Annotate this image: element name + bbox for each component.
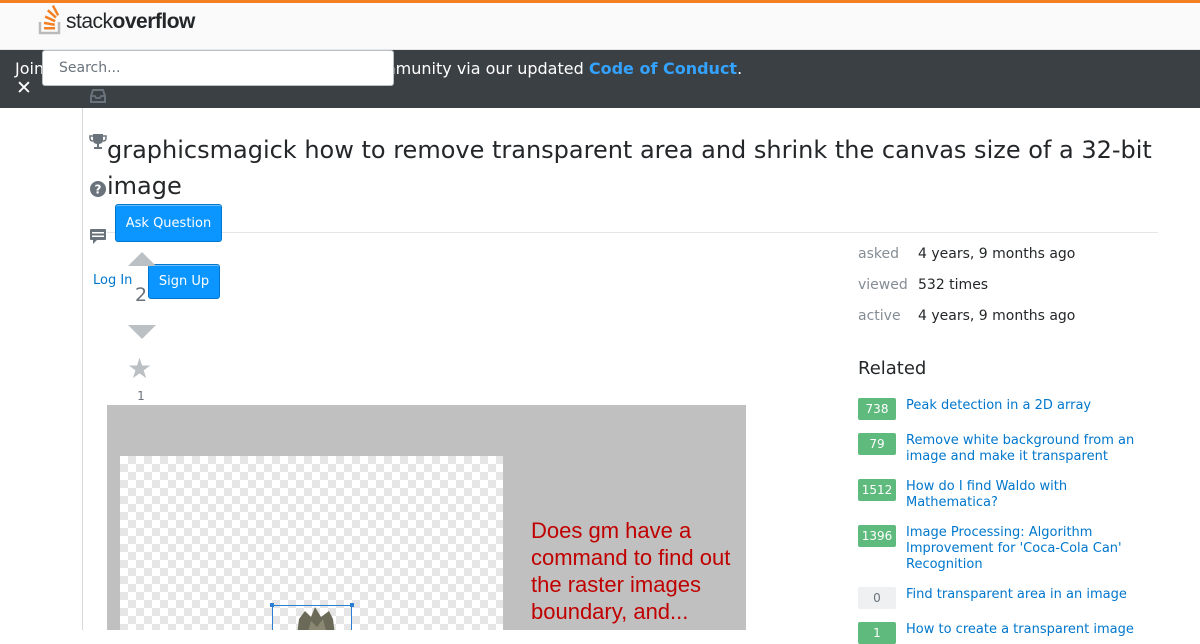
stat-label: viewed <box>858 277 908 293</box>
stack-logo-icon <box>38 5 61 35</box>
downvote-icon[interactable] <box>128 325 156 339</box>
search-input[interactable]: Search... <box>42 50 394 86</box>
related-link[interactable]: Find transparent area in an image <box>906 587 1146 609</box>
selection-handle <box>350 603 354 607</box>
related-item[interactable]: 1 How to create a transparent image <box>858 622 1158 644</box>
score-badge: 738 <box>858 398 896 420</box>
ask-question-button[interactable]: Ask Question <box>115 204 222 242</box>
related-item[interactable]: 0 Find transparent area in an image <box>858 587 1158 609</box>
code-of-conduct-link[interactable]: Code of Conduct <box>589 59 737 78</box>
related-link[interactable]: Remove white background from an image an… <box>906 433 1146 465</box>
favorite-star-icon[interactable]: ★ <box>127 354 152 384</box>
sign-up-button[interactable]: Sign Up <box>148 264 220 299</box>
related-item[interactable]: 1396 Image Processing: Algorithm Improve… <box>858 525 1158 573</box>
inbox-icon[interactable] <box>88 86 108 106</box>
stat-label: active <box>858 308 901 324</box>
banner-close-icon[interactable]: ✕ <box>16 78 32 98</box>
transparent-canvas <box>120 456 503 630</box>
selection-box <box>272 605 352 630</box>
question-image[interactable]: Does gm have a command to find out the r… <box>107 405 746 630</box>
title-divider <box>107 232 1158 233</box>
upvote-icon[interactable] <box>128 252 156 266</box>
chat-icon[interactable] <box>88 226 108 246</box>
stat-asked: asked 4 years, 9 months ago <box>858 246 1075 277</box>
related-link[interactable]: How do I find Waldo with Mathematica? <box>906 479 1146 511</box>
image-caption: Does gm have a command to find out the r… <box>531 518 731 624</box>
stat-value[interactable]: 4 years, 9 months ago <box>918 246 1075 277</box>
related-heading: Related <box>858 358 927 379</box>
question-stats: asked 4 years, 9 months ago viewed 532 t… <box>858 246 1075 339</box>
logo-text: stackoverflow <box>66 10 195 33</box>
score-badge: 1 <box>858 622 896 644</box>
stat-value: 532 times <box>918 277 989 293</box>
stat-active: active 4 years, 9 months ago <box>858 308 1075 339</box>
score-badge: 1396 <box>858 525 896 547</box>
stat-value[interactable]: 4 years, 9 months ago <box>918 308 1075 339</box>
stackoverflow-logo[interactable]: stackoverflow <box>38 5 195 35</box>
svg-text:?: ? <box>95 183 102 197</box>
stat-label: asked <box>858 246 899 262</box>
vote-count: 2 <box>134 284 148 306</box>
trophy-icon[interactable] <box>88 132 108 152</box>
stat-viewed: viewed 532 times <box>858 277 1075 308</box>
log-in-link[interactable]: Log In <box>93 273 132 288</box>
related-link[interactable]: Peak detection in a 2D array <box>906 398 1146 420</box>
left-nav-border <box>82 108 83 630</box>
score-badge: 0 <box>858 587 896 609</box>
help-icon[interactable]: ? <box>88 179 108 199</box>
favorite-count: 1 <box>137 389 145 403</box>
related-link[interactable]: Image Processing: Algorithm Improvement … <box>906 525 1146 573</box>
score-badge: 1512 <box>858 479 896 501</box>
related-link[interactable]: How to create a transparent image <box>906 622 1146 644</box>
question-title[interactable]: graphicsmagick how to remove transparent… <box>107 132 1167 204</box>
score-badge: 79 <box>858 433 896 455</box>
related-item[interactable]: 738 Peak detection in a 2D array <box>858 398 1158 420</box>
related-item[interactable]: 1512 How do I find Waldo with Mathematic… <box>858 479 1158 511</box>
selection-handle <box>270 603 274 607</box>
top-bar: stackoverflow <box>0 0 1200 50</box>
related-item[interactable]: 79 Remove white background from an image… <box>858 433 1158 465</box>
